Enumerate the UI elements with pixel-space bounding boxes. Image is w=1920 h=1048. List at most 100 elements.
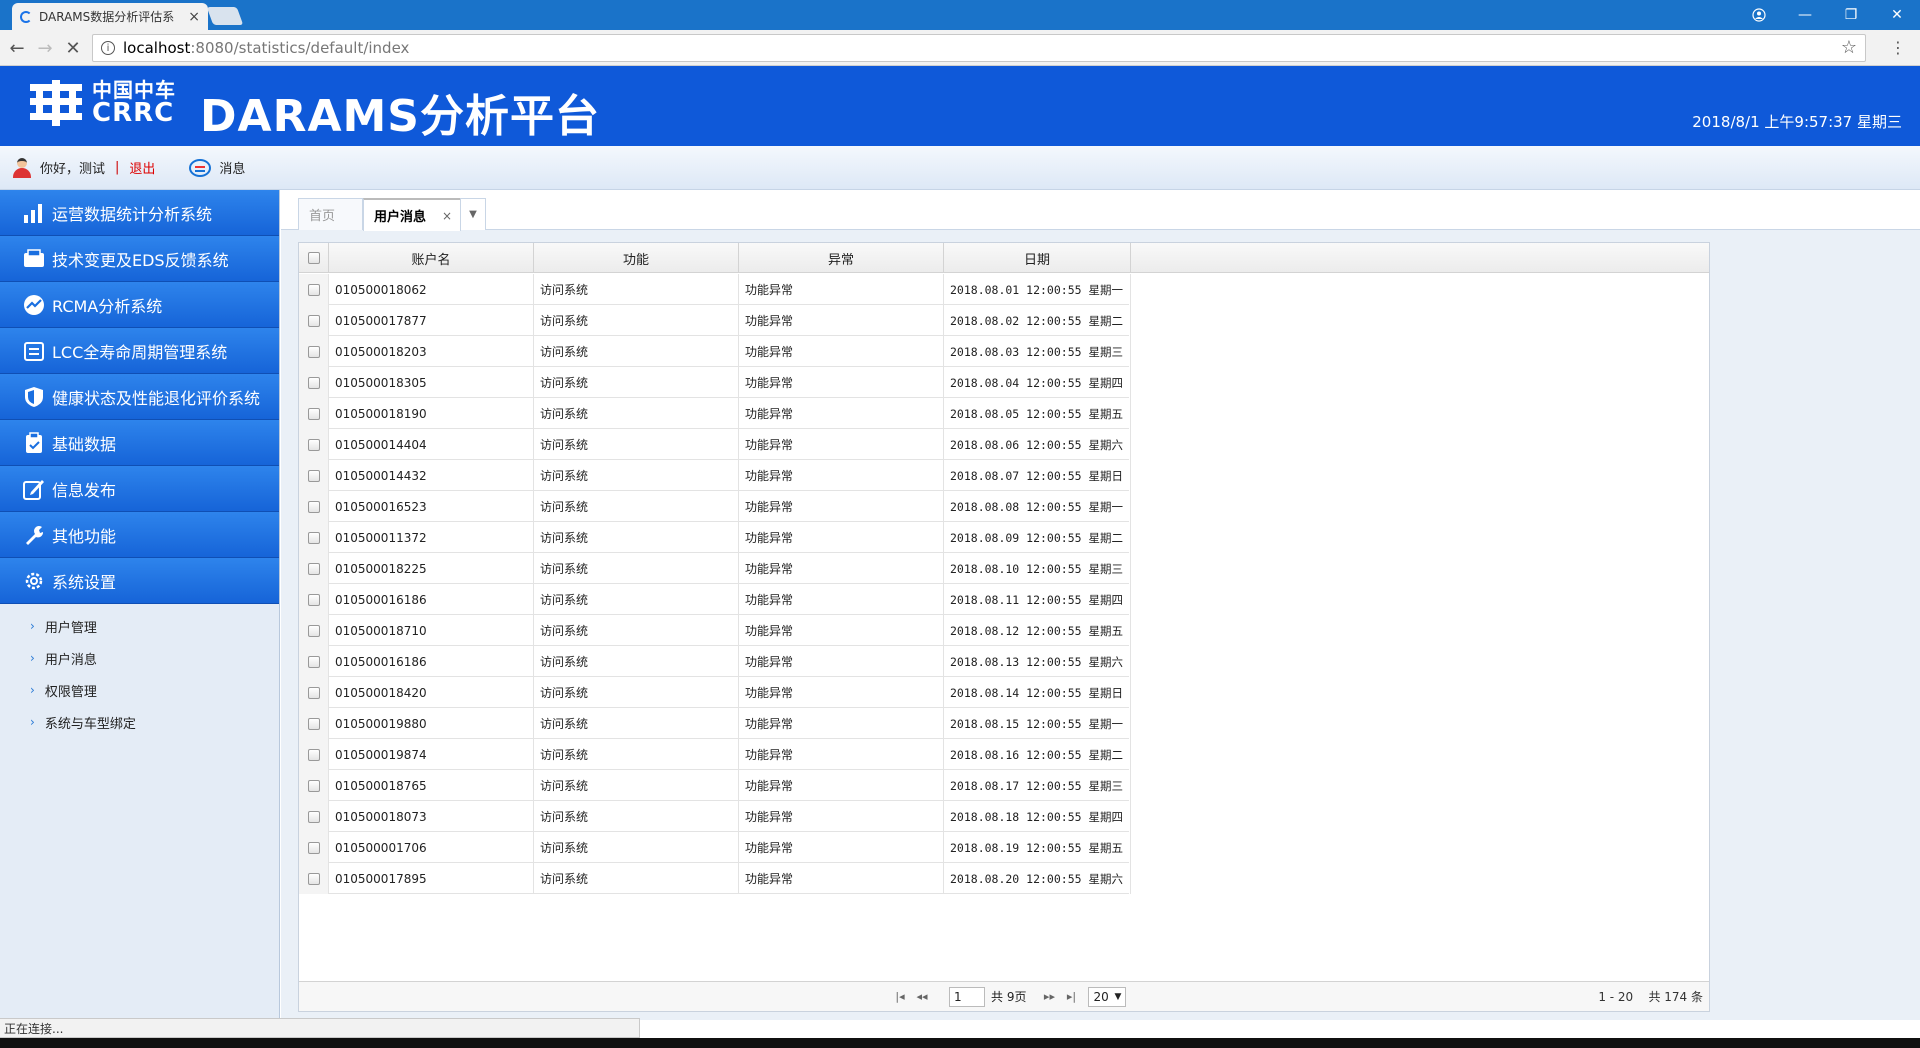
table-row[interactable]: 010500018203 访问系统 功能异常 2018.08.03 12:00:55 … [299,336,1131,367]
row-checkbox[interactable] [307,593,320,606]
profile-icon[interactable] [1736,0,1782,30]
table-row[interactable]: 010500018225 访问系统 功能异常 2018.08.10 12:00:55 … [299,553,1131,584]
messages-link[interactable]: 消息 [219,158,245,177]
page-number-input[interactable]: 1 [949,986,985,1007]
submenu-item-system-binding[interactable]: › 系统与车型绑定 [0,706,279,738]
table-row[interactable]: 010500011372 访问系统 功能异常 2018.08.09 12:00:55 … [299,522,1131,553]
submenu-item-permissions[interactable]: › 权限管理 [0,674,279,706]
table-row[interactable]: 010500016186 访问系统 功能异常 2018.08.13 12:00:55 … [299,646,1131,677]
column-header-date[interactable]: 日期 [944,243,1131,273]
table-row[interactable]: 010500018190 访问系统 功能异常 2018.08.05 12:00:55 … [299,398,1131,429]
submenu-item-user-management[interactable]: › 用户管理 [0,610,279,642]
sidebar-item-basic-data[interactable]: 基础数据 [0,420,279,466]
row-checkbox[interactable] [307,748,320,761]
chevron-right-icon: › [30,715,35,729]
table-row[interactable]: 010500018073 访问系统 功能异常 2018.08.18 12:00:55 … [299,801,1131,832]
trend-icon [22,294,46,316]
table-row[interactable]: 010500018710 访问系统 功能异常 2018.08.12 12:00:55 … [299,615,1131,646]
tab-user-messages[interactable]: 用户消息 × [363,198,461,231]
sidebar-item-health[interactable]: 健康状态及性能退化评价系统 [0,374,279,420]
table-row[interactable]: 010500014404 访问系统 功能异常 2018.08.06 12:00:55 … [299,429,1131,460]
row-checkbox[interactable] [307,283,320,296]
tab-menu-chevron-down-icon[interactable]: ▼ [460,198,486,230]
logout-link[interactable]: 退出 [129,158,155,177]
row-checkbox[interactable] [307,345,320,358]
forward-arrow-icon[interactable]: → [34,37,56,59]
table-row[interactable]: 010500017895 访问系统 功能异常 2018.08.20 12:00:55 … [299,863,1131,894]
select-all-checkbox[interactable] [307,252,320,264]
minimize-button[interactable]: — [1782,0,1828,30]
table-row[interactable]: 010500001706 访问系统 功能异常 2018.08.19 12:00:55 … [299,832,1131,863]
date-cell: 2018.08.20 12:00:55 星期六 [944,863,1131,894]
close-window-button[interactable]: ✕ [1874,0,1920,30]
new-tab-button[interactable] [206,7,244,25]
browser-menu-icon[interactable]: ⋮ [1890,38,1906,57]
row-checkbox[interactable] [307,655,320,668]
table-row[interactable]: 010500018062 访问系统 功能异常 2018.08.01 12:00:55 … [299,274,1131,305]
table-row[interactable]: 010500017877 访问系统 功能异常 2018.08.02 12:00:55 … [299,305,1131,336]
table-row[interactable]: 010500018765 访问系统 功能异常 2018.08.17 12:00:55 … [299,770,1131,801]
table-row[interactable]: 010500019880 访问系统 功能异常 2018.08.15 12:00:55 … [299,708,1131,739]
tab-home[interactable]: 首页 [298,198,363,230]
row-checkbox[interactable] [307,469,320,482]
table-row[interactable]: 010500018420 访问系统 功能异常 2018.08.14 12:00:55 … [299,677,1131,708]
sidebar-item-operations[interactable]: 运营数据统计分析系统 [0,190,279,236]
table-row[interactable]: 010500014432 访问系统 功能异常 2018.08.07 12:00:55 … [299,460,1131,491]
row-checkbox[interactable] [307,810,320,823]
last-page-icon[interactable]: ▸| [1060,990,1082,1003]
row-checkbox[interactable] [307,872,320,885]
tab-close-icon[interactable]: × [442,209,452,223]
message-icon[interactable] [189,158,212,177]
date-cell: 2018.08.14 12:00:55 星期日 [944,677,1131,708]
date-cell: 2018.08.08 12:00:55 星期一 [944,491,1131,522]
date-cell: 2018.08.02 12:00:55 星期二 [944,305,1131,336]
row-checkbox[interactable] [307,562,320,575]
info-icon[interactable]: i [101,41,115,55]
sidebar-item-settings[interactable]: 系统设置 [0,558,279,604]
table-row[interactable]: 010500019874 访问系统 功能异常 2018.08.16 12:00:55 … [299,739,1131,770]
account-cell: 010500018710 [329,615,534,646]
chevron-right-icon: › [30,619,35,633]
row-checkbox[interactable] [307,438,320,451]
row-checkbox[interactable] [307,314,320,327]
date-cell: 2018.08.03 12:00:55 星期三 [944,336,1131,367]
row-checkbox[interactable] [307,376,320,389]
account-cell: 010500018203 [329,336,534,367]
row-checkbox[interactable] [307,686,320,699]
table-row[interactable]: 010500016523 访问系统 功能异常 2018.08.08 12:00:55 … [299,491,1131,522]
row-checkbox[interactable] [307,500,320,513]
sidebar-item-eds[interactable]: 技术变更及EDS反馈系统 [0,236,279,282]
chevron-right-icon: › [30,683,35,697]
row-checkbox[interactable] [307,531,320,544]
greeting-separator: | [115,160,120,175]
back-arrow-icon[interactable]: ← [6,37,28,59]
sidebar-item-rcma[interactable]: RCMA分析系统 [0,282,279,328]
column-header-account[interactable]: 账户名 [329,243,534,273]
restore-button[interactable]: ❐ [1828,0,1874,30]
stop-icon[interactable]: ✕ [62,37,84,59]
prev-page-icon[interactable]: ◂◂ [911,990,933,1003]
row-checkbox[interactable] [307,779,320,792]
tab-close-icon[interactable]: × [188,9,200,25]
row-checkbox[interactable] [307,841,320,854]
submenu-item-user-messages[interactable]: › 用户消息 [0,642,279,674]
table-row[interactable]: 010500016186 访问系统 功能异常 2018.08.11 12:00:55 … [299,584,1131,615]
sidebar-item-lcc[interactable]: LCC全寿命周期管理系统 [0,328,279,374]
row-checkbox[interactable] [307,407,320,420]
next-page-icon[interactable]: ▸▸ [1038,990,1060,1003]
browser-tab[interactable]: DARAMS数据分析评估系 × [12,3,208,30]
page-size-select[interactable]: 20 ▼ [1088,986,1127,1007]
column-header-function[interactable]: 功能 [534,243,739,273]
row-checkbox[interactable] [307,717,320,730]
table-row[interactable]: 010500018305 访问系统 功能异常 2018.08.04 12:00:55 … [299,367,1131,398]
sidebar-item-other[interactable]: 其他功能 [0,512,279,558]
column-header-error[interactable]: 异常 [739,243,944,273]
function-cell: 访问系统 [534,646,739,677]
bookmark-star-icon[interactable]: ☆ [1841,37,1857,58]
first-page-icon[interactable]: |◂ [889,990,911,1003]
row-checkbox[interactable] [307,624,320,637]
url-field[interactable]: i localhost :8080/statistics/default/ind… [92,34,1866,62]
sidebar-item-publish[interactable]: 信息发布 [0,466,279,512]
record-total: 共 174 条 [1648,990,1703,1004]
chevron-right-icon: › [30,651,35,665]
